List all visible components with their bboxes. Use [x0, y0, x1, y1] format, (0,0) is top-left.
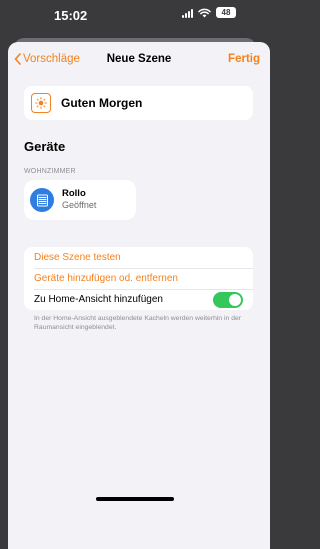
sun-icon[interactable] — [31, 93, 51, 113]
footnote-text: In der Home-Ansicht ausgeblendete Kachel… — [34, 315, 242, 331]
battery-icon: 48 — [216, 7, 236, 18]
devices-section-title: Geräte — [24, 139, 66, 154]
device-name: Rollo — [62, 188, 86, 200]
device-text: Rollo Geöffnet — [62, 188, 97, 211]
edit-devices-button[interactable]: Geräte hinzufügen od. entfernen — [24, 268, 253, 289]
blinds-icon — [30, 188, 54, 212]
scene-name[interactable]: Guten Morgen — [61, 96, 142, 110]
new-scene-sheet: Vorschläge Neue Szene Fertig Guten Morge… — [8, 42, 270, 549]
cellular-signal-icon — [182, 8, 193, 18]
room-label: WOHNZIMMER — [24, 168, 76, 175]
wifi-icon — [198, 8, 211, 17]
done-button[interactable]: Fertig — [228, 53, 260, 65]
add-to-home-row: Zu Home-Ansicht hinzufügen — [24, 289, 253, 310]
device-tile-rollo[interactable]: Rollo Geöffnet — [24, 180, 136, 220]
add-to-home-label: Zu Home-Ansicht hinzufügen — [34, 294, 163, 305]
test-scene-button[interactable]: Diese Szene testen — [24, 247, 253, 268]
home-indicator[interactable] — [96, 497, 174, 501]
scene-name-card[interactable]: Guten Morgen — [24, 86, 253, 120]
status-icons: 48 — [182, 7, 236, 18]
status-bar: 15:02 48 — [0, 0, 270, 32]
navigation-bar: Vorschläge Neue Szene Fertig — [8, 42, 270, 78]
scene-actions-list: Diese Szene testen Geräte hinzufügen od.… — [24, 247, 253, 310]
status-time: 15:02 — [54, 8, 88, 23]
device-status: Geöffnet — [62, 200, 97, 211]
add-to-home-toggle[interactable] — [213, 292, 243, 308]
